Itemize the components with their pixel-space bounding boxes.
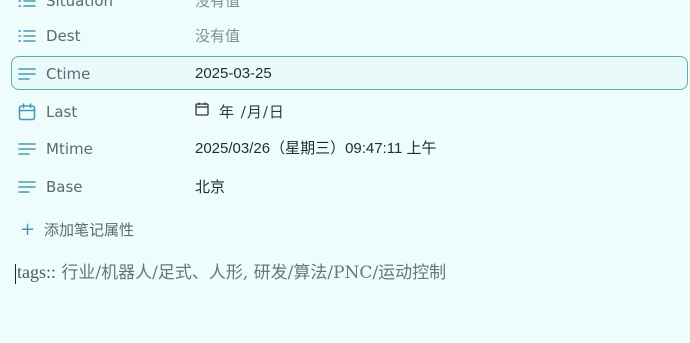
text-cursor	[15, 263, 16, 284]
text-lines-icon	[18, 178, 36, 196]
property-row-situation[interactable]: Situation 没有值	[11, 0, 688, 17]
property-name: Mtime	[46, 140, 93, 158]
text-lines-icon	[18, 140, 36, 158]
property-name: Dest	[46, 27, 81, 45]
property-value[interactable]: 2025-03-25	[195, 57, 272, 91]
tags-value: 行业/机器人/足式、人形, 研发/算法/PNC/运动控制	[56, 263, 447, 283]
tags-line[interactable]: tags:: 行业/机器人/足式、人形, 研发/算法/PNC/运动控制	[15, 258, 446, 286]
property-row-mtime[interactable]: Mtime 2025/03/26（星期三）09:47:11 上午	[11, 131, 688, 165]
plus-icon: +	[20, 219, 36, 240]
property-row-last[interactable]: Last 年 /月/日	[11, 94, 688, 128]
calendar-picker-icon[interactable]	[195, 95, 209, 129]
property-name: Base	[46, 178, 83, 196]
date-placeholder: 年 /月/日	[219, 103, 285, 122]
property-value[interactable]: 没有值	[195, 0, 240, 18]
property-row-base[interactable]: Base 北京	[11, 169, 688, 203]
list-icon	[18, 0, 36, 10]
property-name: Last	[46, 103, 78, 121]
add-property-label: 添加笔记属性	[44, 221, 135, 239]
text-lines-icon	[18, 65, 36, 83]
property-row-dest[interactable]: Dest 没有值	[11, 18, 688, 52]
add-property-button[interactable]: + 添加笔记属性	[20, 216, 134, 244]
property-row-ctime[interactable]: Ctime 2025-03-25	[11, 56, 688, 90]
list-icon	[18, 27, 36, 45]
property-value[interactable]: 没有值	[195, 19, 240, 53]
tags-key: tags::	[17, 262, 56, 282]
property-value[interactable]: 2025/03/26（星期三）09:47:11 上午	[195, 132, 437, 166]
calendar-icon	[18, 103, 36, 121]
property-value[interactable]: 北京	[195, 170, 225, 204]
date-input[interactable]: 年 /月/日	[195, 95, 285, 129]
property-name: Ctime	[46, 65, 91, 83]
property-name: Situation	[46, 0, 114, 10]
